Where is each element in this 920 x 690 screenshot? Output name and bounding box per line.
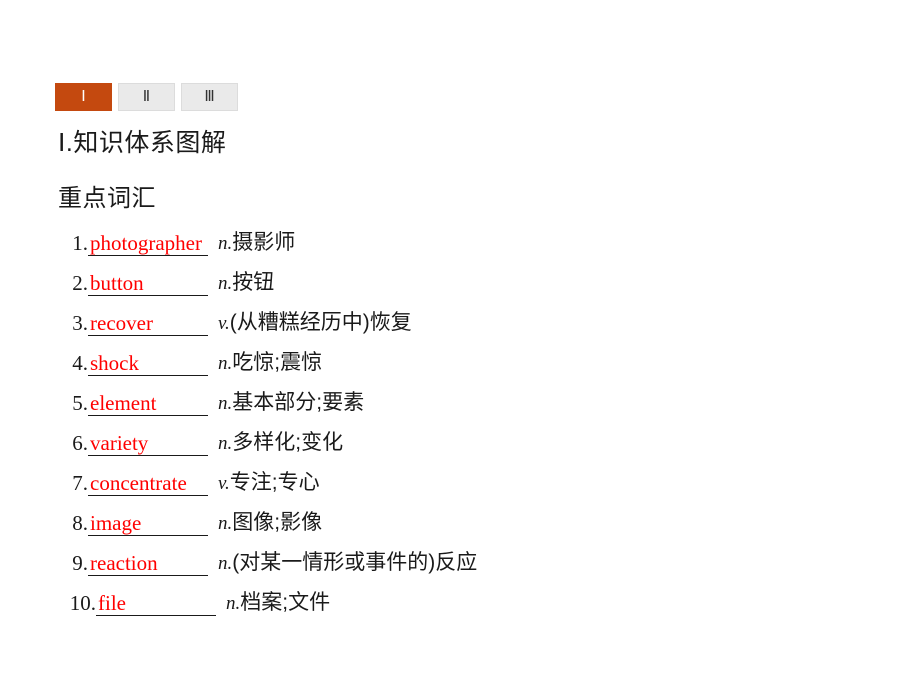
sub-heading-key-vocabulary: 重点词汇 xyxy=(58,185,156,212)
answer-word: element xyxy=(90,391,157,415)
definition: n.吃惊;震惊 xyxy=(218,348,322,379)
item-number: 1. xyxy=(72,231,88,255)
item-number: 7. xyxy=(72,471,88,495)
answer-word: shock xyxy=(90,351,139,375)
item-number: 6. xyxy=(72,431,88,455)
part-of-speech: v. xyxy=(218,473,230,494)
vocabulary-item: 5. element n.基本部分;要素 xyxy=(58,388,898,428)
answer-word: variety xyxy=(90,431,149,455)
part-of-speech: v. xyxy=(218,313,230,334)
vocabulary-item: 4. shock n.吃惊;震惊 xyxy=(58,348,898,388)
answer-blank: element xyxy=(88,388,208,416)
answer-word: image xyxy=(90,511,142,535)
answer-word: file xyxy=(98,591,126,615)
answer-blank: variety xyxy=(88,428,208,456)
vocabulary-item: 6. variety n.多样化;变化 xyxy=(58,428,898,468)
meaning: (对某一情形或事件的)反应 xyxy=(232,551,478,574)
item-number: 9. xyxy=(72,551,88,575)
definition: n.基本部分;要素 xyxy=(218,388,364,419)
definition: n.档案;文件 xyxy=(226,588,330,619)
answer-word: photographer xyxy=(90,231,202,255)
part-of-speech: n. xyxy=(218,273,233,294)
definition: v.(从糟糕经历中)恢复 xyxy=(218,308,412,339)
answer-blank: recover xyxy=(88,308,208,336)
tab-section-3[interactable]: Ⅲ xyxy=(181,83,238,111)
definition: n.图像;影像 xyxy=(218,508,322,539)
definition: n.按钮 xyxy=(218,268,274,299)
vocabulary-list: 1. photographer n.摄影师 2. button n.按钮 3. … xyxy=(58,228,898,628)
meaning: 专注;专心 xyxy=(229,471,320,494)
tab-section-1-label: Ⅰ xyxy=(81,88,86,105)
meaning: 吃惊;震惊 xyxy=(232,351,323,374)
item-number: 8. xyxy=(72,511,88,535)
part-of-speech: n. xyxy=(218,393,233,414)
vocabulary-item: 8. image n.图像;影像 xyxy=(58,508,898,548)
meaning: (从糟糕经历中)恢复 xyxy=(229,311,412,334)
tab-section-1[interactable]: Ⅰ xyxy=(55,83,112,111)
answer-blank: file xyxy=(96,588,216,616)
item-number: 10. xyxy=(69,591,96,615)
vocabulary-item: 10. file n.档案;文件 xyxy=(58,588,898,628)
answer-blank: photographer xyxy=(88,228,208,256)
tab-strip: Ⅰ Ⅱ Ⅲ xyxy=(55,83,238,111)
vocabulary-item: 9. reaction n.(对某一情形或事件的)反应 xyxy=(58,548,898,588)
answer-word: recover xyxy=(90,311,153,335)
tab-section-2[interactable]: Ⅱ xyxy=(118,83,175,111)
item-number: 2. xyxy=(72,271,88,295)
answer-blank: image xyxy=(88,508,208,536)
answer-blank: shock xyxy=(88,348,208,376)
tab-section-2-label: Ⅱ xyxy=(142,88,151,105)
vocabulary-item: 3. recover v.(从糟糕经历中)恢复 xyxy=(58,308,898,348)
part-of-speech: n. xyxy=(218,513,233,534)
meaning: 摄影师 xyxy=(232,231,296,254)
page-title: Ⅰ.知识体系图解 xyxy=(58,129,227,157)
part-of-speech: n. xyxy=(218,233,233,254)
definition: n.摄影师 xyxy=(218,228,295,259)
definition: n.(对某一情形或事件的)反应 xyxy=(218,548,477,579)
meaning: 图像;影像 xyxy=(232,511,323,534)
tab-section-3-label: Ⅲ xyxy=(204,88,215,105)
meaning: 基本部分;要素 xyxy=(232,391,365,414)
meaning: 按钮 xyxy=(232,271,275,294)
item-number: 3. xyxy=(72,311,88,335)
item-number: 4. xyxy=(72,351,88,375)
vocabulary-item: 7. concentrate v.专注;专心 xyxy=(58,468,898,508)
answer-blank: concentrate xyxy=(88,468,208,496)
part-of-speech: n. xyxy=(218,353,233,374)
definition: v.专注;专心 xyxy=(218,468,320,499)
definition: n.多样化;变化 xyxy=(218,428,343,459)
meaning: 档案;文件 xyxy=(240,591,331,614)
answer-blank: button xyxy=(88,268,208,296)
part-of-speech: n. xyxy=(218,433,233,454)
vocabulary-item: 1. photographer n.摄影师 xyxy=(58,228,898,268)
answer-word: reaction xyxy=(90,551,158,575)
vocabulary-item: 2. button n.按钮 xyxy=(58,268,898,308)
answer-word: button xyxy=(90,271,144,295)
meaning: 多样化;变化 xyxy=(232,431,344,454)
answer-word: concentrate xyxy=(90,471,187,495)
part-of-speech: n. xyxy=(226,593,241,614)
item-number: 5. xyxy=(72,391,88,415)
part-of-speech: n. xyxy=(218,553,233,574)
answer-blank: reaction xyxy=(88,548,208,576)
